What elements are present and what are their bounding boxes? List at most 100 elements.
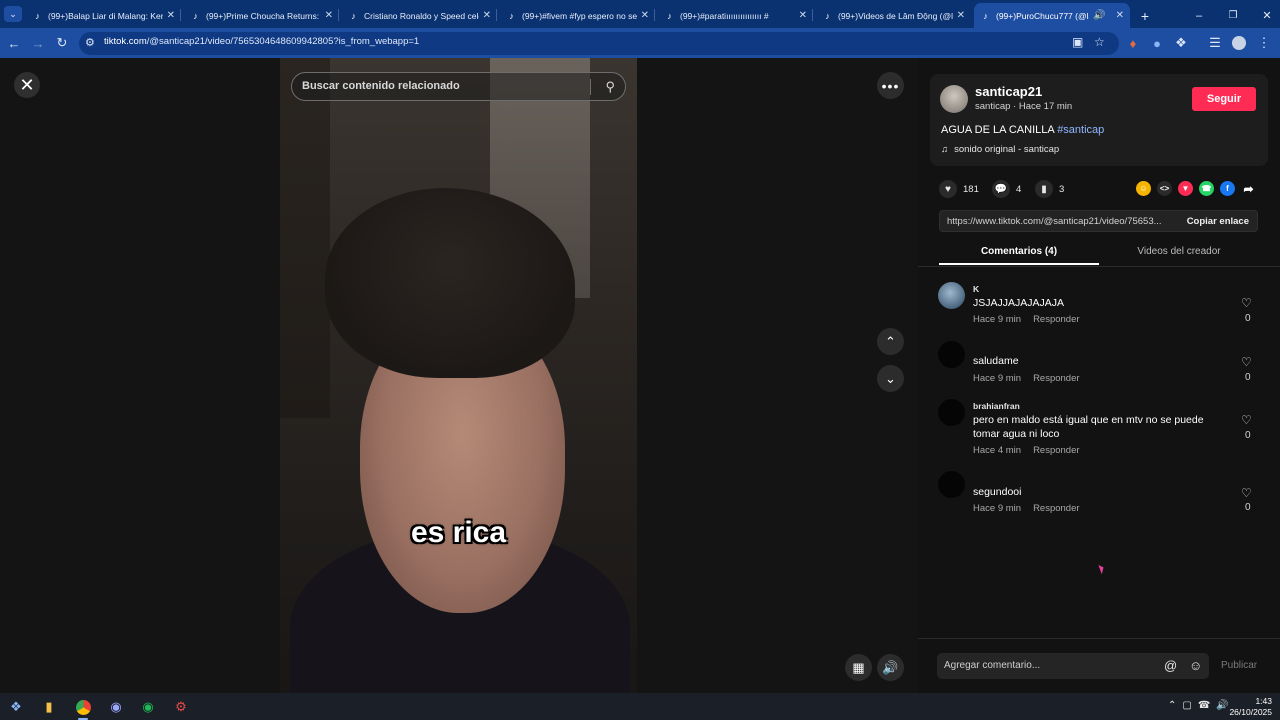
browser-tab[interactable]: ♪ Cristiano Ronaldo y Speed cele ✕ (342, 3, 497, 28)
like-stat[interactable]: ♥ 181 (939, 180, 979, 198)
facebook-icon[interactable]: f (1220, 181, 1235, 196)
related-search-box[interactable]: Buscar contenido relacionado ⚲ (291, 72, 626, 101)
avatar[interactable] (938, 282, 965, 309)
comment-username[interactable]: K (973, 284, 979, 294)
comment-item: saludame Hace 9 min Responder ♡ 0 (938, 341, 1268, 386)
reload-icon[interactable]: ↻ (53, 34, 71, 52)
avatar[interactable] (938, 341, 965, 368)
extensions-puzzle-icon[interactable]: ❖ (1172, 34, 1190, 52)
comment-like-icon[interactable]: ♡ (1241, 296, 1252, 310)
avatar[interactable] (938, 399, 965, 426)
forward-icon[interactable]: → (29, 34, 47, 52)
comment-stat[interactable]: 💬 4 (992, 180, 1021, 198)
browser-tab[interactable]: ♪ (99+)#fivem #fyp espero no se ✕ (500, 3, 655, 28)
comment-text: saludame (973, 355, 1019, 367)
install-icon[interactable]: ▣ (1072, 35, 1083, 49)
whatsapp-icon[interactable]: ☎ (1199, 181, 1214, 196)
browser-tab[interactable]: ♪ (99+)Videos de Lâm Động (@la ✕ (816, 3, 971, 28)
browser-tab[interactable]: ♪ (99+)Prime Choucha Returns: A ✕ (184, 3, 339, 28)
share-tiktok-icon[interactable]: ▼ (1178, 181, 1193, 196)
comment-input[interactable]: Agregar comentario... @ ☺ (937, 653, 1209, 679)
publish-button[interactable]: Publicar (1221, 660, 1257, 671)
avatar[interactable] (938, 471, 965, 498)
author-display-name[interactable]: santicap21 (975, 84, 1042, 99)
next-video-button[interactable]: ⌄ (877, 365, 904, 392)
tab-creator-videos[interactable]: Videos del creador (1099, 241, 1259, 265)
follow-button[interactable]: Seguir (1192, 87, 1256, 111)
comment-like-count: 0 (1245, 313, 1251, 324)
comment-count: 4 (1016, 183, 1022, 195)
previous-video-button[interactable]: ⌃ (877, 328, 904, 355)
clock-date[interactable]: 26/10/2025 (1222, 707, 1272, 717)
volume-button[interactable]: 🔊 (877, 654, 904, 681)
tab-search-button[interactable]: ⌄ (0, 5, 26, 23)
share-arrow-icon[interactable]: ➦ (1241, 181, 1256, 196)
more-options-button[interactable]: ••• (877, 72, 904, 99)
comment-username[interactable]: brahianfran (973, 401, 1020, 411)
tab-title: Cristiano Ronaldo y Speed cele (364, 10, 479, 21)
profile-icon[interactable] (1230, 34, 1248, 52)
back-icon[interactable]: ← (5, 34, 23, 52)
reply-button[interactable]: Responder (1033, 314, 1079, 325)
comment-like-icon[interactable]: ♡ (1241, 355, 1252, 369)
browser-tab-active[interactable]: ♪ (99+)PuroChucu777 (@lau 🔊 ✕ (974, 3, 1130, 28)
start-icon[interactable]: ❖ (5, 696, 27, 718)
search-input[interactable]: Buscar contenido relacionado (302, 80, 460, 92)
video-link[interactable]: https://www.tiktok.com/@santicap21/video… (947, 216, 1175, 227)
audio-playing-icon[interactable]: 🔊 (1093, 10, 1105, 21)
browser-tab[interactable]: ♪ (99+)#paratiııııııııııııııı # ✕ (658, 3, 813, 28)
media-icon[interactable]: ☰ (1206, 34, 1224, 52)
comment-like-icon[interactable]: ♡ (1241, 413, 1252, 427)
tab-close-icon[interactable]: ✕ (957, 10, 965, 21)
bookmark-star-icon[interactable]: ☆ (1094, 35, 1105, 49)
float-player-icon: ▦ (852, 659, 865, 675)
reply-button[interactable]: Responder (1033, 445, 1079, 456)
reply-button[interactable]: Responder (1033, 503, 1079, 514)
file-explorer-icon[interactable]: ▮ (38, 696, 60, 718)
discord-icon[interactable]: ◉ (105, 696, 127, 718)
comment-meta: Hace 9 min Responder (973, 373, 1080, 384)
comment-meta: Hace 4 min Responder (973, 445, 1080, 456)
minimize-icon[interactable]: – (1188, 3, 1210, 28)
browser-tab[interactable]: ♪ (99+)Balap Liar di Malang: Kena ✕ (26, 3, 181, 28)
share-friends-icon[interactable]: ☺ (1136, 181, 1151, 196)
float-player-button[interactable]: ▦ (845, 654, 872, 681)
mention-icon[interactable]: @ (1164, 658, 1177, 673)
restore-icon[interactable]: ❐ (1222, 3, 1244, 28)
tab-close-icon[interactable]: ✕ (167, 10, 175, 21)
extension-icon[interactable]: ● (1148, 34, 1166, 52)
copy-link-button[interactable]: Copiar enlace (1187, 216, 1249, 227)
tab-comments[interactable]: Comentarios (4) (939, 241, 1099, 265)
volume-icon: 🔊 (882, 659, 899, 675)
menu-icon[interactable]: ⋮ (1255, 34, 1273, 52)
video-player[interactable]: es rica (280, 58, 637, 693)
tiktok-icon: ♪ (351, 10, 356, 21)
clock-time[interactable]: 1:43 (1232, 696, 1272, 706)
app-icon[interactable]: ⚙ (170, 696, 192, 718)
close-video-button[interactable]: ✕ (14, 72, 40, 98)
site-info-icon[interactable]: ⚙ (85, 36, 95, 49)
hashtag-link[interactable]: #santicap (1057, 124, 1104, 136)
search-icon[interactable]: ⚲ (605, 79, 615, 95)
tiktok-icon: ♪ (193, 10, 198, 21)
tab-close-icon[interactable]: ✕ (325, 10, 333, 21)
description-text: AGUA DE LA CANILLA (941, 124, 1055, 136)
emoji-icon[interactable]: ☺ (1189, 658, 1202, 673)
new-tab-icon[interactable]: + (1134, 3, 1156, 28)
tab-close-icon[interactable]: ✕ (799, 10, 807, 21)
avatar[interactable] (940, 85, 968, 113)
comment-text: JSJAJJAJAJAJAJA (973, 297, 1065, 309)
close-window-icon[interactable]: ✕ (1256, 3, 1278, 28)
tab-close-icon[interactable]: ✕ (641, 10, 649, 21)
author-username[interactable]: santicap (975, 101, 1010, 112)
reply-button[interactable]: Responder (1033, 373, 1079, 384)
sound-link[interactable]: ♫ sonido original - santicap (941, 144, 1059, 155)
extension-icon[interactable]: ♦ (1124, 34, 1142, 52)
save-stat[interactable]: ▮ 3 (1035, 180, 1064, 198)
tab-close-icon[interactable]: ✕ (1116, 10, 1124, 21)
spotify-icon[interactable]: ◉ (137, 696, 159, 718)
embed-icon[interactable]: <> (1157, 181, 1172, 196)
tab-close-icon[interactable]: ✕ (483, 10, 491, 21)
chrome-icon[interactable] (72, 696, 94, 720)
comment-like-icon[interactable]: ♡ (1241, 486, 1252, 500)
